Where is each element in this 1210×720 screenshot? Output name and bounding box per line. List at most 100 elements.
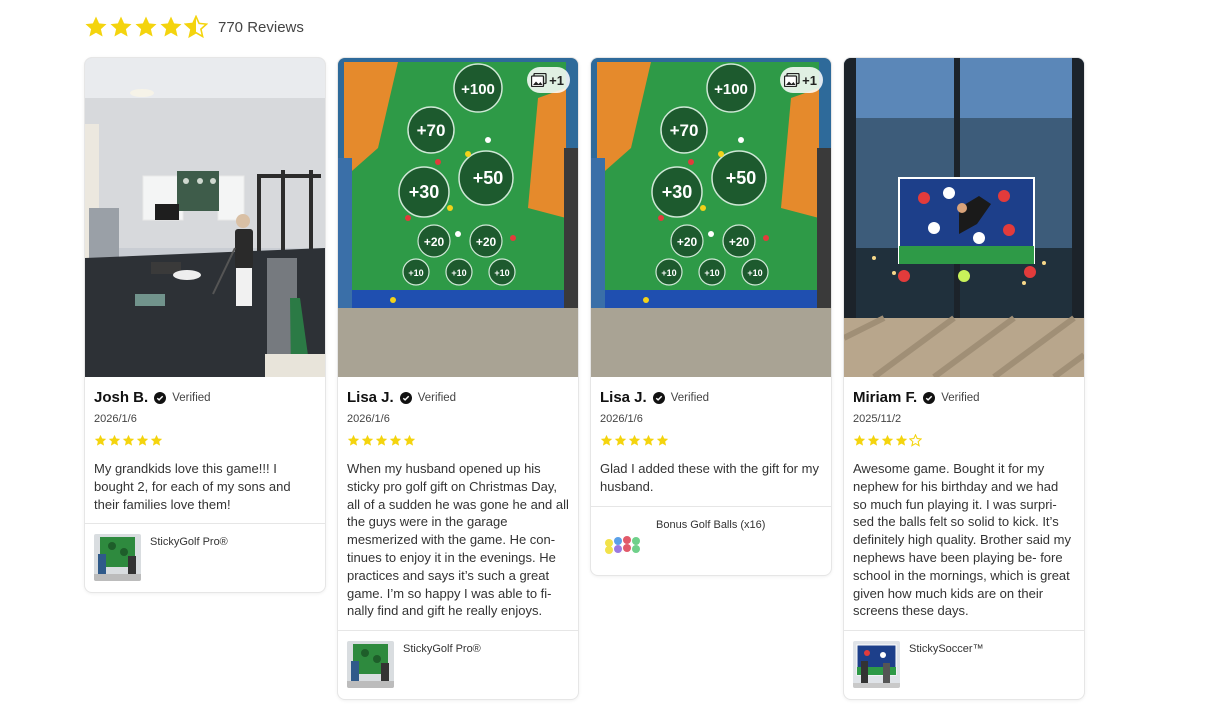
more-photos-badge[interactable]: +1 <box>780 67 823 93</box>
star-filled-icon <box>403 434 416 446</box>
review-photo[interactable] <box>85 58 325 377</box>
svg-text:+50: +50 <box>473 168 504 188</box>
review-card[interactable]: Miriam F. Verified 2025/11/2 Awesome gam… <box>843 57 1085 701</box>
gallery-icon <box>531 73 547 87</box>
star-filled-icon <box>895 434 908 446</box>
review-card[interactable]: +100 +70 +50 +30 +20 +20 +10 +10 +10 +1 … <box>590 57 832 576</box>
reviewer-name: Miriam F. <box>853 389 918 406</box>
star-filled-icon <box>389 434 402 446</box>
review-rating <box>600 434 822 446</box>
star-filled-icon <box>361 434 374 446</box>
svg-text:+20: +20 <box>729 235 750 249</box>
star-icon <box>135 16 157 37</box>
star-filled-icon <box>614 434 627 446</box>
star-filled-icon <box>136 434 149 446</box>
svg-text:+30: +30 <box>662 182 693 202</box>
photo-golf-target: +100 +70 +50 +30 +20 +20 +10 +10 +10 <box>591 58 831 377</box>
star-filled-icon <box>642 434 655 446</box>
review-date: 2026/1/6 <box>347 413 390 425</box>
review-photo[interactable]: +100 +70 +50 +30 +20 +20 +10 +10 +10 +1 <box>591 58 831 377</box>
star-icon <box>160 16 182 37</box>
star-icon <box>85 16 107 37</box>
review-date: 2025/11/2 <box>853 413 902 425</box>
svg-text:+10: +10 <box>747 268 762 278</box>
svg-text:+10: +10 <box>408 268 423 278</box>
product-link[interactable]: StickyGolf Pro® <box>338 630 578 699</box>
product-link[interactable]: StickySoccer™ <box>844 630 1084 699</box>
svg-text:+10: +10 <box>494 268 509 278</box>
review-date: 2026/1/6 <box>94 413 137 425</box>
star-filled-icon <box>853 434 866 446</box>
reviewer-name: Lisa J. <box>600 389 647 406</box>
product-name[interactable]: StickyGolf Pro® <box>150 536 228 581</box>
svg-text:+70: +70 <box>417 121 446 140</box>
product-thumbnail <box>600 516 647 564</box>
star-filled-icon <box>600 434 613 446</box>
more-photos-count: +1 <box>802 72 817 88</box>
review-card[interactable]: Josh B. Verified 2026/1/6 My grandkids l… <box>84 57 326 594</box>
star-empty-icon <box>909 434 922 447</box>
product-link[interactable]: StickyGolf Pro® <box>85 523 325 592</box>
star-filled-icon <box>656 434 669 446</box>
review-card[interactable]: +100 +70 +50 +30 +20 +20 +10 +10 +10 +1 … <box>337 57 579 701</box>
verified-check-icon <box>652 391 665 404</box>
svg-text:+50: +50 <box>726 168 757 188</box>
product-name[interactable]: Bonus Golf Balls (x16) <box>656 519 765 564</box>
photo-golf-target: +100 +70 +50 +30 +20 +20 +10 +10 +10 <box>338 58 578 377</box>
star-filled-icon <box>347 434 360 446</box>
star-filled-icon <box>375 434 388 446</box>
verified-label: Verified <box>417 391 457 404</box>
review-rating <box>347 434 569 446</box>
svg-text:+20: +20 <box>476 235 497 249</box>
rating-summary: 770 Reviews <box>84 14 304 40</box>
review-date: 2026/1/6 <box>600 413 643 425</box>
review-photo[interactable] <box>844 58 1084 377</box>
photo-soccer-goal <box>844 58 1084 377</box>
review-count[interactable]: 770 Reviews <box>218 19 304 36</box>
verified-check-icon <box>923 391 936 404</box>
reviewer-name: Josh B. <box>94 389 149 406</box>
svg-text:+10: +10 <box>451 268 466 278</box>
product-name[interactable]: StickyGolf Pro® <box>403 643 481 688</box>
verified-label: Verified <box>941 391 980 404</box>
more-photos-count: +1 <box>549 72 564 88</box>
star-filled-icon <box>94 434 107 446</box>
reviewer-name: Lisa J. <box>347 389 394 406</box>
star-icon <box>110 16 132 37</box>
star-filled-icon <box>108 434 121 446</box>
verified-check-icon <box>154 391 167 404</box>
svg-text:+100: +100 <box>714 81 748 98</box>
star-filled-icon <box>867 434 880 446</box>
product-thumbnail <box>853 641 900 689</box>
star-filled-icon <box>628 434 641 446</box>
review-text: Glad I added these with the gift for my … <box>600 461 819 494</box>
product-name[interactable]: StickySoccer™ <box>909 643 984 688</box>
gallery-icon <box>784 73 800 87</box>
review-text: My grandkids love this game!!! I bought … <box>94 461 291 512</box>
product-thumbnail <box>94 534 141 582</box>
verified-label: Verified <box>172 391 211 404</box>
star-half-icon <box>184 15 208 39</box>
verified-check-icon <box>399 391 412 404</box>
summary-stars <box>84 15 208 39</box>
svg-text:+10: +10 <box>661 268 676 278</box>
review-photo[interactable]: +100 +70 +50 +30 +20 +20 +10 +10 +10 +1 <box>338 58 578 377</box>
svg-text:+70: +70 <box>670 121 699 140</box>
svg-text:+20: +20 <box>677 235 698 249</box>
review-rating <box>853 434 1075 447</box>
review-text: Awesome game. Bought it for my nephew fo… <box>853 461 1071 619</box>
more-photos-badge[interactable]: +1 <box>527 67 570 93</box>
review-rating <box>94 434 316 446</box>
svg-text:+30: +30 <box>409 182 440 202</box>
review-text: When my husband opened up his sticky pro… <box>347 461 569 619</box>
star-filled-icon <box>150 434 163 446</box>
product-thumbnail <box>347 641 394 689</box>
product-link[interactable]: Bonus Golf Balls (x16) <box>591 505 831 575</box>
svg-text:+100: +100 <box>461 81 495 98</box>
photo-home-gym <box>85 58 325 377</box>
star-filled-icon <box>881 434 894 446</box>
svg-text:+10: +10 <box>704 268 719 278</box>
svg-text:+20: +20 <box>424 235 445 249</box>
verified-label: Verified <box>670 391 710 404</box>
star-filled-icon <box>122 434 135 446</box>
